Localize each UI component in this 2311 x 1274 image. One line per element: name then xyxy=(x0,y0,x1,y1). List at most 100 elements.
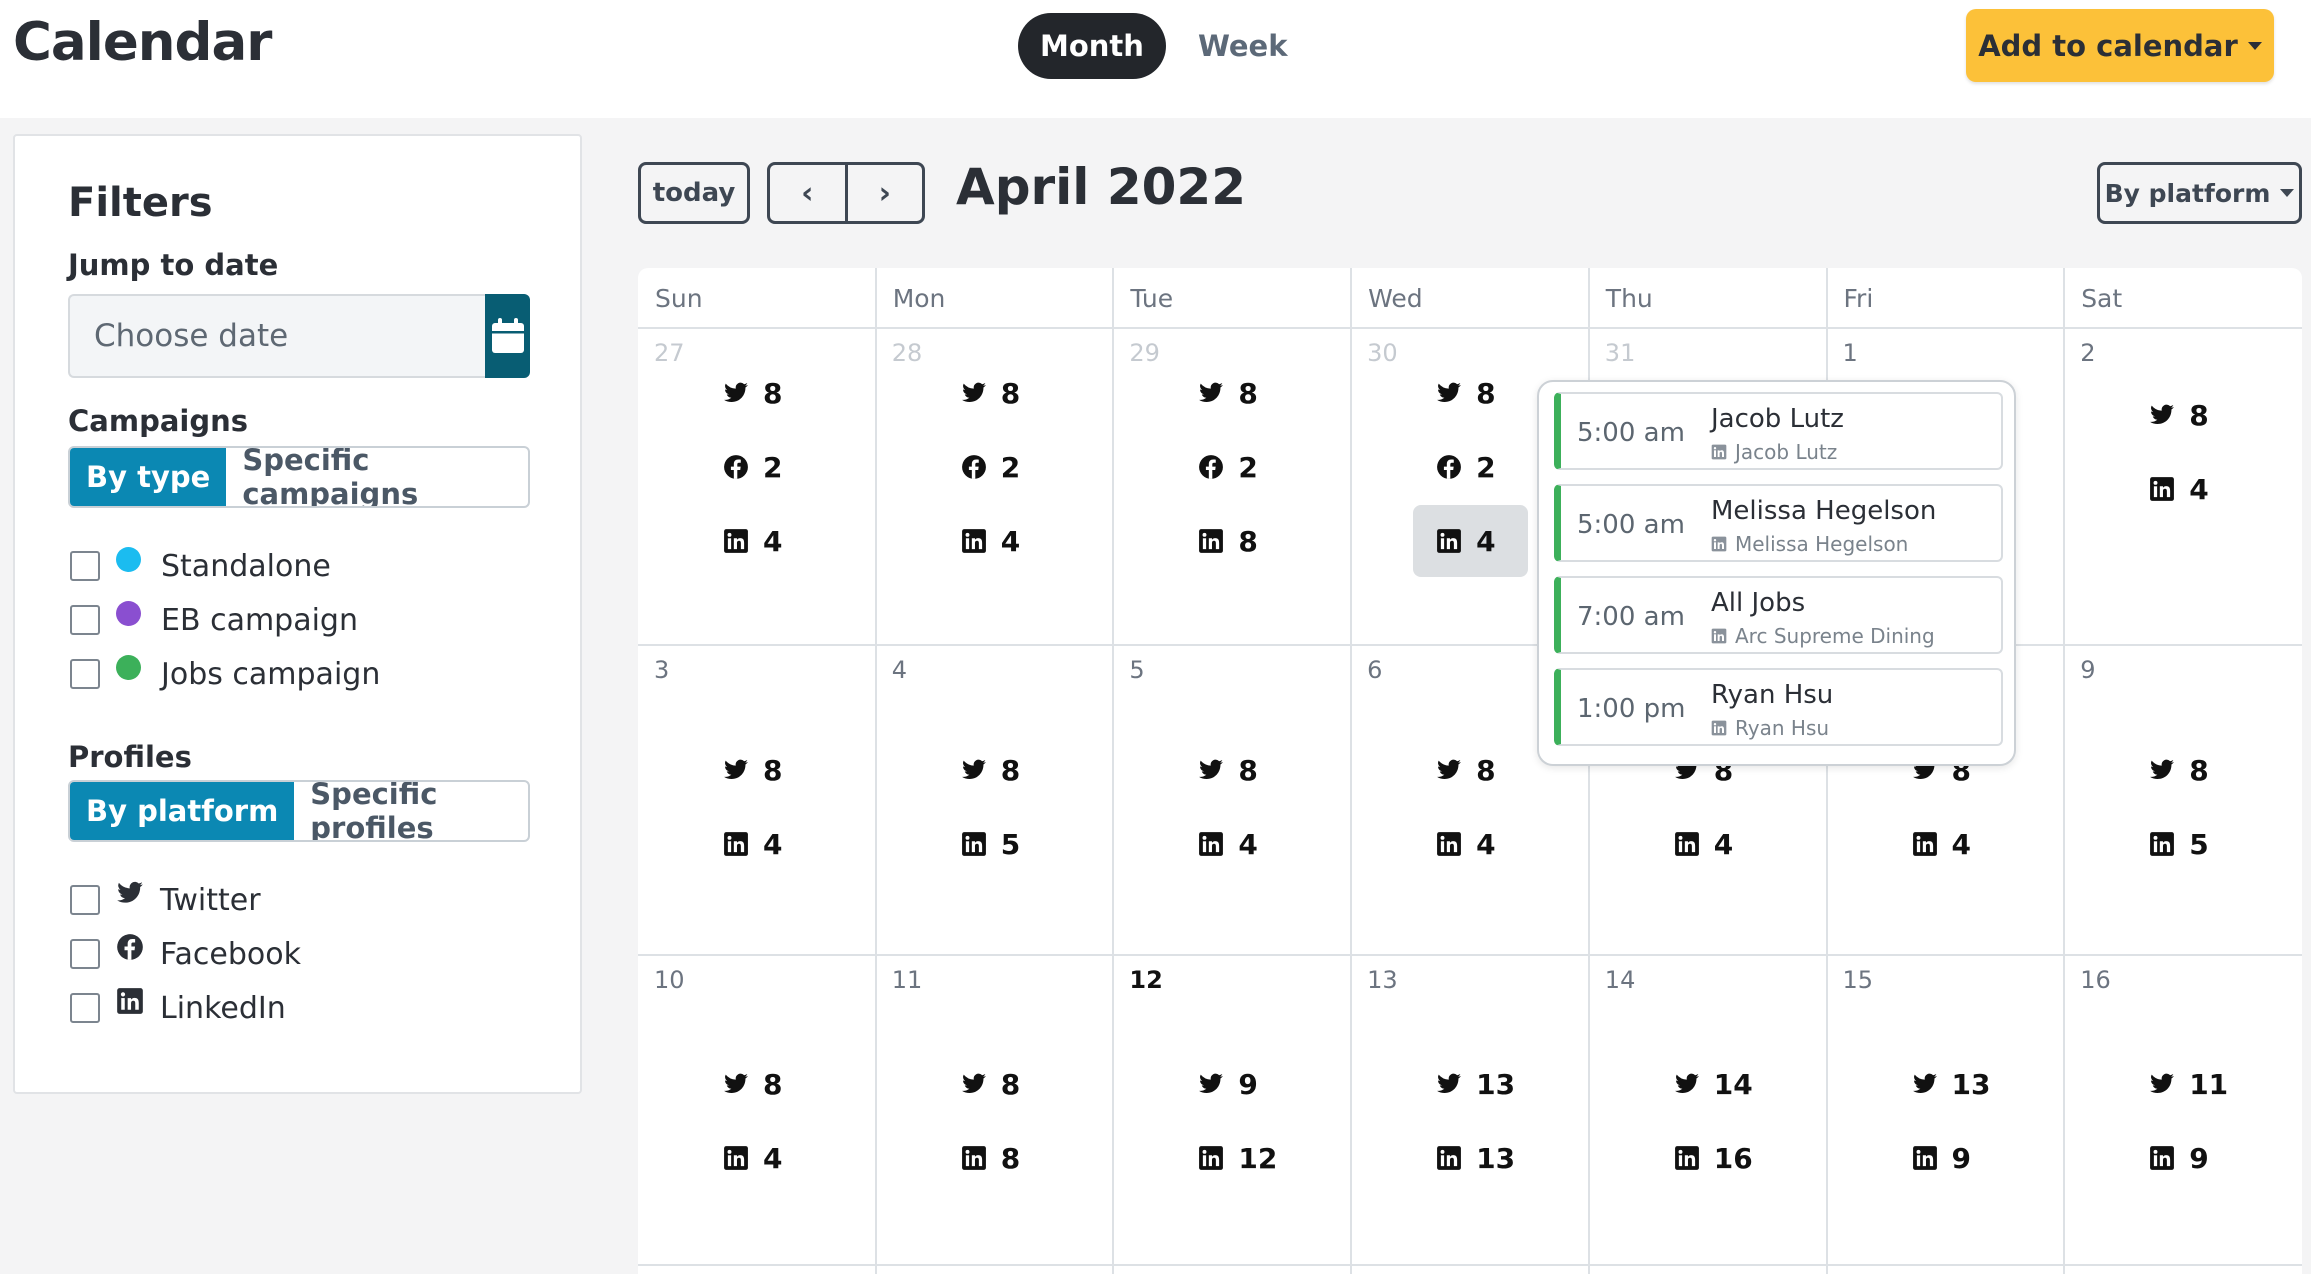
campaign-filter-standalone[interactable]: Standalone xyxy=(70,546,331,586)
twitter-post-count[interactable]: 8 xyxy=(961,373,1081,413)
twitter-checkbox[interactable] xyxy=(70,885,100,915)
event-time: 5:00 am xyxy=(1577,418,1685,448)
post-count-value: 11 xyxy=(2189,1067,2229,1101)
profile-filter-facebook[interactable]: Facebook xyxy=(70,934,301,974)
day-number[interactable]: 13 xyxy=(1367,966,1398,994)
linkedin-post-count[interactable]: 8 xyxy=(961,1138,1081,1178)
event-profile: Jacob Lutz xyxy=(1735,440,1838,464)
eb-campaign-checkbox[interactable] xyxy=(70,605,100,635)
facebook-post-count[interactable]: 2 xyxy=(961,447,1081,487)
linkedin-post-count[interactable]: 4 xyxy=(1674,824,1794,864)
day-number[interactable]: 5 xyxy=(1129,656,1144,684)
linkedin-post-count[interactable]: 4 xyxy=(723,521,843,561)
post-count-value: 2 xyxy=(1476,450,1496,484)
twitter-post-count[interactable]: 13 xyxy=(1436,1064,1556,1104)
twitter-post-count[interactable]: 11 xyxy=(2149,1064,2269,1104)
twitter-post-count[interactable]: 14 xyxy=(1674,1064,1794,1104)
linkedin-post-count[interactable]: 9 xyxy=(1912,1138,2032,1178)
facebook-post-count[interactable]: 2 xyxy=(1198,447,1318,487)
post-count-value: 4 xyxy=(763,827,783,861)
day-number[interactable]: 9 xyxy=(2080,656,2095,684)
day-number[interactable]: 12 xyxy=(1129,966,1162,994)
event-card[interactable]: 7:00 am All Jobs Arc Supreme Dining xyxy=(1554,576,2003,654)
weekday-label: Sat xyxy=(2081,284,2123,313)
twitter-post-count[interactable]: 8 xyxy=(723,373,843,413)
day-number[interactable]: 27 xyxy=(654,339,685,367)
twitter-post-count[interactable]: 8 xyxy=(2149,395,2269,435)
facebook-icon xyxy=(724,455,748,479)
by-type-option[interactable]: By type xyxy=(70,448,227,506)
twitter-post-count[interactable]: 8 xyxy=(2149,750,2269,790)
linkedin-post-count[interactable]: 13 xyxy=(1436,1138,1556,1178)
day-number[interactable]: 6 xyxy=(1367,656,1382,684)
weekday-label: Sun xyxy=(655,284,703,313)
next-month-button[interactable]: › xyxy=(844,165,923,221)
linkedin-post-count[interactable]: 4 xyxy=(961,521,1081,561)
linkedin-checkbox[interactable] xyxy=(70,993,100,1023)
twitter-post-count[interactable]: 8 xyxy=(961,1064,1081,1104)
calendar-icon xyxy=(491,318,524,353)
day-number[interactable]: 29 xyxy=(1129,339,1160,367)
post-count-value: 4 xyxy=(1951,827,1971,861)
linkedin-post-count[interactable]: 4 xyxy=(1912,824,2032,864)
row-divider xyxy=(638,1264,2302,1266)
twitter-post-count[interactable]: 8 xyxy=(1198,750,1318,790)
twitter-post-count[interactable]: 8 xyxy=(723,750,843,790)
day-number[interactable]: 10 xyxy=(654,966,685,994)
twitter-post-count[interactable]: 8 xyxy=(961,750,1081,790)
specific-profiles-option[interactable]: Specific profiles xyxy=(294,782,528,840)
linkedin-post-count[interactable]: 16 xyxy=(1674,1138,1794,1178)
twitter-post-count[interactable]: 8 xyxy=(723,1064,843,1104)
date-input[interactable] xyxy=(68,294,485,378)
day-number[interactable]: 28 xyxy=(892,339,923,367)
linkedin-post-count[interactable]: 4 xyxy=(1198,824,1318,864)
linkedin-post-count[interactable]: 4 xyxy=(1413,505,1529,577)
facebook-post-count[interactable]: 2 xyxy=(723,447,843,487)
day-number[interactable]: 30 xyxy=(1367,339,1398,367)
campaign-filter-eb[interactable]: EB campaign xyxy=(70,600,358,640)
group-by-platform-dropdown[interactable]: By platform xyxy=(2097,162,2302,224)
post-count-value: 8 xyxy=(1238,376,1258,410)
campaign-filter-jobs[interactable]: Jobs campaign xyxy=(70,654,380,694)
facebook-checkbox[interactable] xyxy=(70,939,100,969)
previous-month-button[interactable]: ‹ xyxy=(770,165,845,221)
day-number[interactable]: 14 xyxy=(1605,966,1636,994)
day-number[interactable]: 4 xyxy=(892,656,907,684)
twitter-post-count[interactable]: 13 xyxy=(1912,1064,2032,1104)
specific-campaigns-option[interactable]: Specific campaigns xyxy=(226,448,528,506)
event-title: All Jobs xyxy=(1711,588,1806,618)
event-card[interactable]: 1:00 pm Ryan Hsu Ryan Hsu xyxy=(1554,668,2003,746)
linkedin-post-count[interactable]: 4 xyxy=(723,1138,843,1178)
month-view-button[interactable]: Month xyxy=(1018,13,1166,79)
day-number[interactable]: 3 xyxy=(654,656,669,684)
linkedin-post-count[interactable]: 4 xyxy=(723,824,843,864)
day-number[interactable]: 2 xyxy=(2080,339,2095,367)
linkedin-post-count[interactable]: 4 xyxy=(2149,469,2269,509)
linkedin-post-count[interactable]: 5 xyxy=(961,824,1081,864)
event-card[interactable]: 5:00 am Jacob Lutz Jacob Lutz xyxy=(1554,392,2003,470)
day-number[interactable]: 11 xyxy=(892,966,923,994)
linkedin-post-count[interactable]: 9 xyxy=(2149,1138,2269,1178)
linkedin-post-count[interactable]: 5 xyxy=(2149,824,2269,864)
day-number[interactable]: 31 xyxy=(1605,339,1636,367)
day-number[interactable]: 16 xyxy=(2080,966,2111,994)
linkedin-post-count[interactable]: 8 xyxy=(1198,521,1318,561)
twitter-post-count[interactable]: 9 xyxy=(1198,1064,1318,1104)
calendar-picker-button[interactable] xyxy=(485,294,530,378)
standalone-checkbox[interactable] xyxy=(70,551,100,581)
day-number[interactable]: 15 xyxy=(1843,966,1874,994)
by-platform-option[interactable]: By platform xyxy=(70,782,295,840)
twitter-post-count[interactable]: 8 xyxy=(1198,373,1318,413)
profile-filter-linkedin[interactable]: LinkedIn xyxy=(70,988,286,1028)
week-view-button[interactable]: Week xyxy=(1176,13,1310,79)
linkedin-post-count[interactable]: 4 xyxy=(1436,824,1556,864)
linkedin-post-count[interactable]: 12 xyxy=(1198,1138,1318,1178)
add-to-calendar-button[interactable]: Add to calendar xyxy=(1966,9,2274,82)
event-card[interactable]: 5:00 am Melissa Hegelson Melissa Hegelso… xyxy=(1554,484,2003,562)
profile-filter-twitter[interactable]: Twitter xyxy=(70,880,261,920)
post-count-value: 14 xyxy=(1713,1067,1753,1101)
jobs-campaign-checkbox[interactable] xyxy=(70,659,100,689)
today-button[interactable]: today xyxy=(638,162,750,224)
post-count-value: 13 xyxy=(1476,1067,1516,1101)
day-number[interactable]: 1 xyxy=(1843,339,1858,367)
